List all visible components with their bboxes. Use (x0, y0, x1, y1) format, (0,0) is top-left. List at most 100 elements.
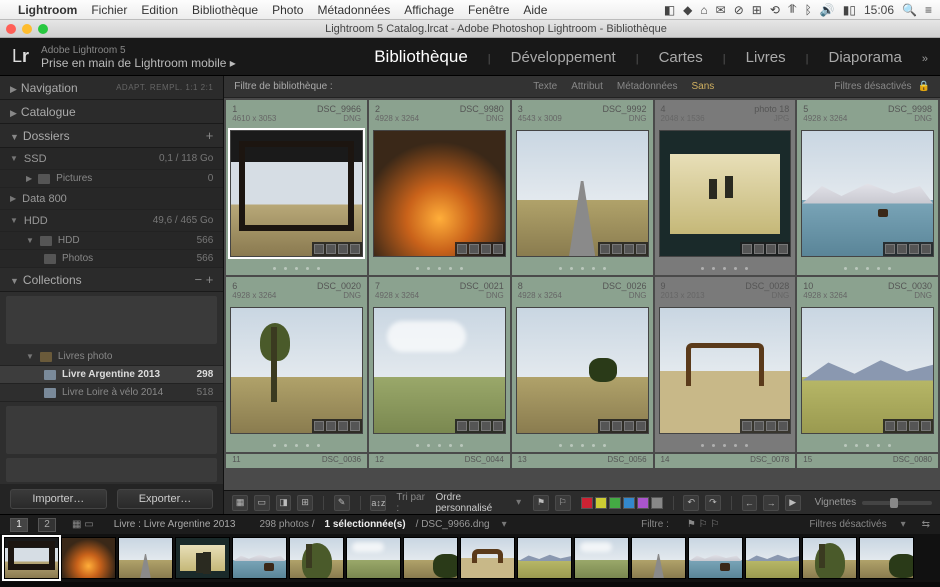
folder-pictures[interactable]: ▶ Pictures 0 (0, 170, 223, 188)
badge-icon[interactable] (909, 244, 919, 254)
cell-rating[interactable] (797, 261, 938, 275)
badge-icon[interactable] (636, 244, 646, 254)
import-button[interactable]: Importer… (10, 489, 107, 509)
thumbnail-badges[interactable] (598, 242, 648, 256)
thumbnail[interactable] (373, 130, 506, 257)
badge-icon[interactable] (636, 421, 646, 431)
badge-icon[interactable] (897, 421, 907, 431)
flag-pick-icon[interactable]: ⚑ (533, 495, 549, 511)
nav-panel-header[interactable]: ▶Navigation ADAPT. REMPL. 1:1 2:1 (0, 76, 223, 100)
cell-rating[interactable] (369, 261, 510, 275)
battery-icon[interactable]: ▮▯ (843, 3, 856, 17)
play-icon[interactable]: ▶ (785, 495, 801, 511)
nav-prev-icon[interactable]: ← (742, 495, 758, 511)
filmstrip-thumb[interactable] (61, 537, 116, 579)
module-livres[interactable]: Livres (746, 49, 786, 66)
grid-cell[interactable]: 1DSC_99664610 x 3053DNG (226, 100, 367, 275)
badge-icon[interactable] (338, 421, 348, 431)
badge-icon[interactable] (624, 421, 634, 431)
filmstrip-thumb[interactable] (289, 537, 344, 579)
cell-rating[interactable] (226, 261, 367, 275)
badge-icon[interactable] (457, 244, 467, 254)
volume-icon[interactable]: 🔊 (820, 3, 835, 17)
filter-attribut[interactable]: Attribut (571, 81, 603, 92)
icon-6[interactable]: ⊞ (752, 3, 762, 17)
badge-icon[interactable] (754, 421, 764, 431)
badge-icon[interactable] (493, 421, 503, 431)
grid-cell-stub[interactable]: 11DSC_0036 (226, 454, 367, 468)
thumbnail-badges[interactable] (740, 242, 790, 256)
collection-loire[interactable]: Livre Loire à vélo 2014 518 (0, 384, 223, 402)
filter-preset-small[interactable]: Filtres désactivés (809, 519, 886, 530)
grid-mini-icon[interactable]: ▦ ▭ (72, 519, 94, 530)
grid-cell[interactable]: 8DSC_00264928 x 3264DNG (512, 277, 653, 452)
flag-reject-icon[interactable]: ⚐ (555, 495, 571, 511)
rotate-cw-icon[interactable]: ↷ (705, 495, 721, 511)
icon-5[interactable]: ⊘ (734, 3, 744, 17)
collections-panel-header[interactable]: ▼Collections − + (0, 268, 223, 292)
badge-icon[interactable] (766, 421, 776, 431)
screen-1-button[interactable]: 1 (10, 518, 28, 532)
volume-hdd[interactable]: ▼HDD 49,6 / 465 Go (0, 210, 223, 232)
filter-lock-icon[interactable]: ⇆ (922, 519, 930, 530)
filmstrip-thumb[interactable] (118, 537, 173, 579)
traffic-lights[interactable] (6, 24, 48, 34)
cell-rating[interactable] (226, 438, 367, 452)
color-swatch[interactable] (651, 497, 663, 509)
filmstrip-thumb[interactable] (232, 537, 287, 579)
color-label-swatches[interactable] (581, 497, 663, 509)
grid-cell[interactable]: 5DSC_99984928 x 3264DNG (797, 100, 938, 275)
collections-add-icon[interactable]: − + (195, 272, 214, 287)
thumbnail-badges[interactable] (455, 242, 505, 256)
grid-cell[interactable]: 10DSC_00304928 x 3264DNG (797, 277, 938, 452)
badge-icon[interactable] (897, 244, 907, 254)
color-swatch[interactable] (609, 497, 621, 509)
badge-icon[interactable] (469, 244, 479, 254)
thumbnail[interactable] (659, 307, 792, 434)
module-more-icon[interactable]: » (922, 53, 928, 65)
badge-icon[interactable] (326, 244, 336, 254)
thumbnail-badges[interactable] (455, 419, 505, 433)
grid-cell-stub[interactable]: 12DSC_0044 (369, 454, 510, 468)
grid-cell[interactable]: 4photo 182048 x 1536JPG (655, 100, 796, 275)
breadcrumb[interactable]: Livre : Livre Argentine 2013 (114, 519, 236, 530)
compare-view-icon[interactable]: ◨ (276, 495, 292, 511)
badge-icon[interactable] (600, 421, 610, 431)
filter-flags[interactable]: ⚑ ⚐ ⚐ (687, 519, 719, 530)
filmstrip-thumb[interactable] (574, 537, 629, 579)
screen-2-button[interactable]: 2 (38, 518, 56, 532)
badge-icon[interactable] (326, 421, 336, 431)
filmstrip-thumb[interactable] (688, 537, 743, 579)
menu-photo[interactable]: Photo (272, 3, 303, 17)
icon-4[interactable]: ✉ (716, 3, 726, 17)
cell-rating[interactable] (655, 438, 796, 452)
thumbnail-badges[interactable] (883, 419, 933, 433)
sort-value[interactable]: Ordre personnalisé (436, 492, 509, 514)
filmstrip-thumb[interactable] (403, 537, 458, 579)
zoom-window-icon[interactable] (38, 24, 48, 34)
menu-app[interactable]: Lightroom (18, 3, 77, 17)
filmstrip-thumb[interactable] (745, 537, 800, 579)
icon-1[interactable]: ◧ (664, 3, 675, 17)
badge-icon[interactable] (469, 421, 479, 431)
thumbnail-badges[interactable] (740, 419, 790, 433)
thumbnail-badges[interactable] (598, 419, 648, 433)
badge-icon[interactable] (778, 421, 788, 431)
menu-fenetre[interactable]: Fenêtre (468, 3, 509, 17)
filmstrip-thumb[interactable] (4, 537, 59, 579)
nav-next-icon[interactable]: → (763, 495, 779, 511)
grid-cell[interactable]: 6DSC_00204928 x 3264DNG (226, 277, 367, 452)
badge-icon[interactable] (921, 244, 931, 254)
thumbnail[interactable] (516, 130, 649, 257)
badge-icon[interactable] (885, 421, 895, 431)
filmstrip-thumb[interactable] (517, 537, 572, 579)
filmstrip[interactable] (0, 534, 940, 582)
icon-2[interactable]: ◆ (683, 3, 692, 17)
cell-rating[interactable] (655, 261, 796, 275)
badge-icon[interactable] (350, 421, 360, 431)
badge-icon[interactable] (314, 421, 324, 431)
identity-subtitle[interactable]: Prise en main de Lightroom mobile ▸ (41, 57, 236, 69)
module-developpement[interactable]: Développement (511, 49, 616, 66)
collection-argentine[interactable]: Livre Argentine 2013 298 (0, 366, 223, 384)
color-swatch[interactable] (595, 497, 607, 509)
